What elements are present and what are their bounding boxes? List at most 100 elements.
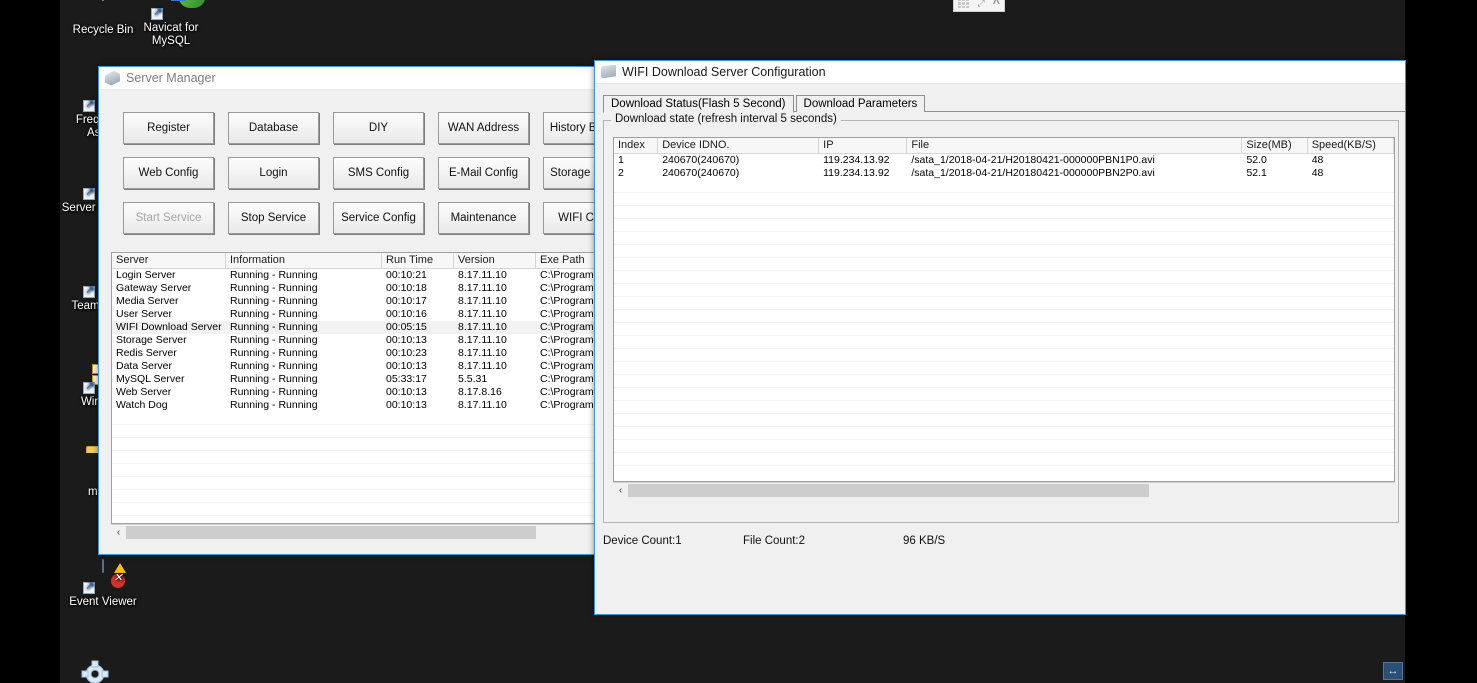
column-header[interactable]: Size(MB) <box>1242 138 1308 153</box>
table-cell: 8.17.11.10 <box>458 295 507 307</box>
table-cell: 240670(240670) <box>662 154 740 166</box>
table-cell: Running - Running <box>230 360 318 372</box>
table-cell: 8.17.11.10 <box>458 399 507 411</box>
table-cell: /sata_1/2018-04-21/H20180421-000000PBN2P… <box>911 167 1155 179</box>
window-restore-icon[interactable]: ↔ <box>1383 662 1403 680</box>
wan-address-button[interactable]: WAN Address <box>438 112 529 144</box>
table-cell: 119.234.13.92 <box>823 154 890 166</box>
settings-gear-icon[interactable] <box>80 658 110 683</box>
web-config-button[interactable]: Web Config <box>123 157 214 189</box>
tab-download-status[interactable]: Download Status(Flash 5 Second) <box>603 95 794 113</box>
database-button[interactable]: Database <box>228 112 319 144</box>
scroll-left-icon[interactable]: ‹ <box>111 527 126 538</box>
table-cell: 48 <box>1311 154 1324 166</box>
wifi-window-titlebar[interactable]: WIFI Download Server Configuration <box>595 61 1405 84</box>
table-empty-row <box>614 440 1394 453</box>
scroll-thumb[interactable] <box>628 483 1149 497</box>
table-empty-row <box>614 284 1394 297</box>
table-empty-row <box>614 193 1394 206</box>
letterbox-left <box>0 0 60 683</box>
window-title: WIFI Download Server Configuration <box>622 65 826 79</box>
stop-service-button[interactable]: Stop Service <box>228 202 319 234</box>
table-empty-row <box>614 258 1394 271</box>
column-header[interactable]: Server <box>112 253 226 268</box>
table-cell: 8.17.11.10 <box>458 269 507 281</box>
table-cell: 8.17.8.16 <box>458 386 502 398</box>
email-config-button[interactable]: E-Mail Config <box>438 157 529 189</box>
table-cell: 8.17.11.10 <box>458 321 507 333</box>
server-manager-titlebar[interactable]: Server Manager <box>99 67 595 90</box>
download-state-table[interactable]: Index Device IDNO. IP File Size(MB) Speed(KB/… <box>613 137 1395 482</box>
table-row[interactable]: 2 240670(240670) 119.234.13.92/sata_1/2018… <box>614 167 1394 180</box>
desktop-icon-event-viewer[interactable]: Event Viewer <box>60 559 146 609</box>
table-cell: 00:10:13 <box>386 360 427 372</box>
download-state-groupbox: Download state (refresh interval 5 secon… <box>603 113 1399 523</box>
table-cell: 8.17.11.10 <box>458 347 507 359</box>
table-cell: Running - Running <box>230 399 318 411</box>
device-count-label: Device Count:1 <box>603 535 682 547</box>
server-manager-window: Server Manager Register Database DIY WAN… <box>98 66 739 555</box>
column-header[interactable]: Index <box>614 138 659 153</box>
table-empty-row <box>614 297 1394 310</box>
expand-icon[interactable]: ⤢ <box>977 0 984 8</box>
column-header[interactable]: Version <box>454 253 536 268</box>
table-cell: Redis Server <box>116 347 177 359</box>
table-cell: 48 <box>1311 167 1324 179</box>
table-cell: 119.234.13.92 <box>823 167 890 179</box>
shortcut-overlay-icon <box>83 580 95 594</box>
sms-config-button[interactable]: SMS Config <box>333 157 424 189</box>
service-config-button[interactable]: Service Config <box>333 202 424 234</box>
column-header[interactable]: IP <box>819 138 908 153</box>
floating-toolbar[interactable]: ⤢ ^ <box>953 0 1005 12</box>
table-cell: 52.1 <box>1246 167 1267 179</box>
table-empty-row <box>614 219 1394 232</box>
wifi-tabstrip[interactable]: Download Status(Flash 5 Second) Download… <box>603 93 1405 113</box>
table-cell: Running - Running <box>230 295 318 307</box>
table-cell: Storage Server <box>116 334 187 346</box>
diy-button[interactable]: DIY <box>333 112 424 144</box>
scroll-left-icon[interactable]: ‹ <box>613 485 628 496</box>
table-cell: Running - Running <box>230 282 318 294</box>
table-cell: Running - Running <box>230 334 318 346</box>
event-viewer-icon <box>83 559 126 594</box>
table-cell: Login Server <box>116 269 176 281</box>
maintenance-button[interactable]: Maintenance <box>438 202 529 234</box>
table-empty-row <box>614 453 1394 466</box>
table-cell: 00:05:15 <box>386 321 427 333</box>
table-cell: Gateway Server <box>116 282 192 294</box>
table-cell: Running - Running <box>230 386 318 398</box>
table-cell: 00:10:17 <box>386 295 427 307</box>
table-empty-row <box>614 245 1394 258</box>
table-row[interactable]: 1 240670(240670) 119.234.13.92/sata_1/2018… <box>614 154 1394 167</box>
table-cell: MySQL Server <box>116 373 185 385</box>
scroll-thumb[interactable] <box>126 525 536 539</box>
column-header[interactable]: File <box>907 138 1243 153</box>
wifi-statusbar: Device Count:1 File Count:2 96 KB/S <box>595 523 1405 547</box>
recycle-bin-icon <box>83 0 123 22</box>
shortcut-overlay-icon <box>83 98 95 112</box>
shortcut-overlay-icon <box>83 284 95 298</box>
start-service-button: Start Service <box>123 202 214 234</box>
desktop-icon-label: Navicat for MySQL <box>143 22 199 47</box>
grid-icon[interactable] <box>958 0 970 8</box>
table-cell: 1 <box>618 154 624 166</box>
table-cell: User Server <box>116 308 173 320</box>
table-cell: WIFI Download Server <box>116 321 222 333</box>
download-table-header[interactable]: Index Device IDNO. IP File Size(MB) Speed(KB/… <box>614 138 1394 154</box>
chevron-up-icon[interactable]: ^ <box>993 0 1000 9</box>
table-empty-row <box>614 323 1394 336</box>
table-empty-row <box>614 375 1394 388</box>
table-cell: Running - Running <box>230 347 318 359</box>
download-table-hscrollbar[interactable]: ‹ <box>613 482 1395 497</box>
login-button[interactable]: Login <box>228 157 319 189</box>
column-header[interactable]: Speed(KB/S) <box>1308 138 1394 153</box>
window-title: Server Manager <box>126 71 216 85</box>
desktop-icon-navicat[interactable]: Navicat for MySQL <box>128 0 214 48</box>
column-header[interactable]: Run Time <box>382 253 454 268</box>
column-header[interactable]: Device IDNO. <box>658 138 820 153</box>
tab-download-parameters[interactable]: Download Parameters <box>795 95 926 112</box>
register-button[interactable]: Register <box>123 112 214 144</box>
download-table-body[interactable]: 1 240670(240670) 119.234.13.92/sata_1/2018… <box>614 154 1394 466</box>
table-cell: 8.17.11.10 <box>458 334 507 346</box>
column-header[interactable]: Information <box>226 253 382 268</box>
